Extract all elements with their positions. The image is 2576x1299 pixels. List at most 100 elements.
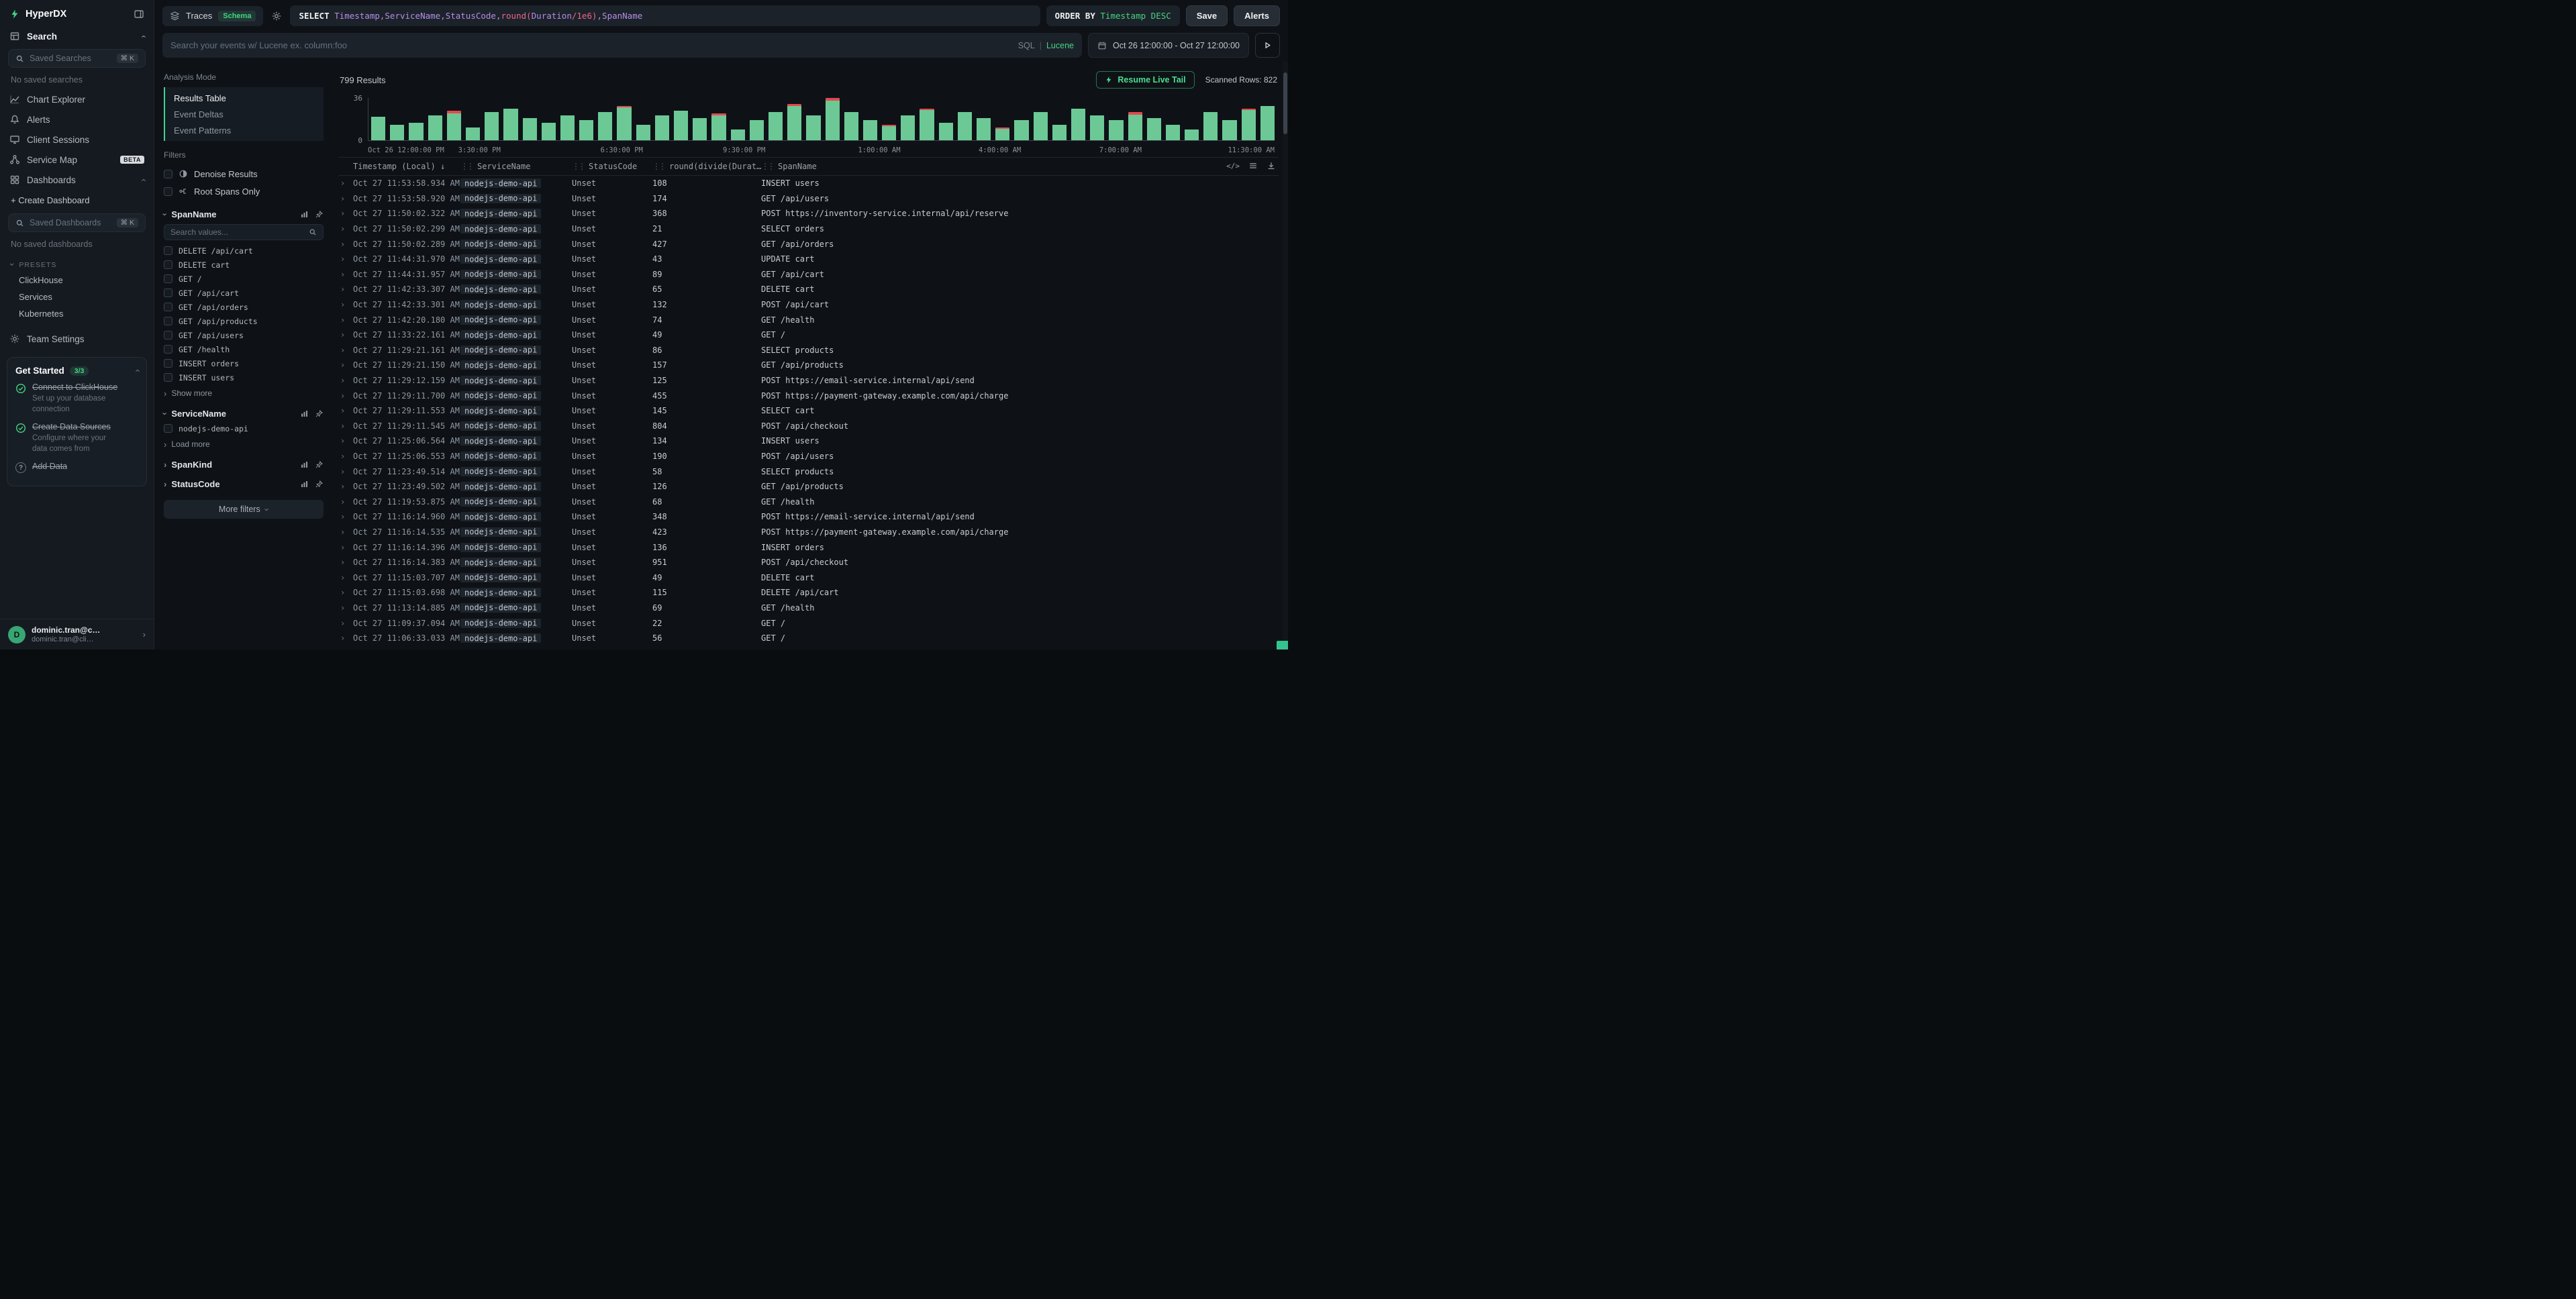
- histogram-bar[interactable]: [1109, 98, 1123, 140]
- sql-select-editor[interactable]: SELECT Timestamp,ServiceName,StatusCode,…: [290, 5, 1040, 26]
- vertical-scrollbar[interactable]: [1283, 62, 1288, 650]
- row-expand-icon[interactable]: ›: [338, 284, 353, 294]
- row-expand-icon[interactable]: ›: [338, 436, 353, 446]
- histogram-bar[interactable]: [390, 98, 404, 140]
- histogram-bar[interactable]: [542, 98, 556, 140]
- row-expand-icon[interactable]: ›: [338, 527, 353, 537]
- filter-section-spankind[interactable]: › SpanKind: [164, 460, 324, 470]
- row-expand-icon[interactable]: ›: [338, 497, 353, 507]
- table-row[interactable]: ›Oct 27 11:50:02.299 AMnodejs-demo-apiUn…: [338, 221, 1279, 237]
- histogram-bar[interactable]: [958, 98, 972, 140]
- more-filters-button[interactable]: More filters ›: [164, 500, 324, 519]
- histogram-bar[interactable]: [995, 98, 1009, 140]
- table-row[interactable]: ›Oct 27 11:53:58.934 AMnodejs-demo-apiUn…: [338, 176, 1279, 191]
- sidebar-item-alerts[interactable]: Alerts: [0, 109, 154, 129]
- table-row[interactable]: ›Oct 27 11:29:12.159 AMnodejs-demo-apiUn…: [338, 373, 1279, 388]
- sidebar-toggle-icon[interactable]: [134, 9, 144, 19]
- histogram-bar[interactable]: [1260, 98, 1275, 140]
- row-expand-icon[interactable]: ›: [338, 300, 353, 309]
- mode-event-patterns[interactable]: Event Patterns: [165, 122, 324, 138]
- histogram-bar[interactable]: [428, 98, 442, 140]
- table-row[interactable]: ›Oct 27 11:25:06.564 AMnodejs-demo-apiUn…: [338, 433, 1279, 449]
- checkbox[interactable]: [164, 345, 172, 354]
- histogram-bar[interactable]: [485, 98, 499, 140]
- histogram-bar[interactable]: [503, 98, 517, 140]
- histogram-bar[interactable]: [1222, 98, 1236, 140]
- histogram-bar[interactable]: [1052, 98, 1067, 140]
- histogram-bar[interactable]: [636, 98, 650, 140]
- row-expand-icon[interactable]: ›: [338, 633, 353, 643]
- checkbox[interactable]: [164, 373, 172, 382]
- histogram-bar[interactable]: [826, 98, 840, 140]
- checkbox[interactable]: [164, 317, 172, 325]
- table-row[interactable]: ›Oct 27 11:42:20.180 AMnodejs-demo-apiUn…: [338, 312, 1279, 327]
- drag-handle-icon[interactable]: ⋮⋮: [460, 162, 473, 171]
- presets-section-header[interactable]: › PRESETS: [0, 254, 154, 272]
- histogram-bar[interactable]: [750, 98, 764, 140]
- histogram-bar[interactable]: [1071, 98, 1085, 140]
- histogram-bar[interactable]: [901, 98, 915, 140]
- mini-chart-icon[interactable]: [300, 210, 309, 219]
- histogram-bar[interactable]: [693, 98, 707, 140]
- chevron-up-icon[interactable]: ›: [138, 35, 147, 38]
- row-expand-icon[interactable]: ›: [338, 209, 353, 218]
- table-row[interactable]: ›Oct 27 11:29:11.553 AMnodejs-demo-apiUn…: [338, 403, 1279, 419]
- table-row[interactable]: ›Oct 27 11:29:11.545 AMnodejs-demo-apiUn…: [338, 419, 1279, 434]
- alerts-button[interactable]: Alerts: [1234, 5, 1280, 26]
- column-header-duration[interactable]: ⋮⋮round(divide(Durat…: [652, 162, 761, 171]
- histogram-bar[interactable]: [655, 98, 669, 140]
- column-header-servicename[interactable]: ⋮⋮ServiceName: [460, 162, 572, 171]
- row-expand-icon[interactable]: ›: [338, 588, 353, 597]
- spanname-show-more[interactable]: › Show more: [164, 384, 324, 399]
- histogram-bar[interactable]: [1203, 98, 1218, 140]
- histogram-bar[interactable]: [711, 98, 726, 140]
- table-row[interactable]: ›Oct 27 11:33:22.161 AMnodejs-demo-apiUn…: [338, 327, 1279, 343]
- histogram-bar[interactable]: [1185, 98, 1199, 140]
- checkbox[interactable]: [164, 424, 172, 433]
- histogram-bar[interactable]: [1014, 98, 1028, 140]
- source-settings-gear-icon[interactable]: [269, 9, 284, 23]
- column-header-timestamp[interactable]: Timestamp (Local) ↓: [353, 162, 460, 171]
- row-expand-icon[interactable]: ›: [338, 452, 353, 461]
- table-row[interactable]: ›Oct 27 11:23:49.502 AMnodejs-demo-apiUn…: [338, 479, 1279, 495]
- table-row[interactable]: ›Oct 27 11:16:14.396 AMnodejs-demo-apiUn…: [338, 539, 1279, 555]
- histogram-bar[interactable]: [1128, 98, 1142, 140]
- download-icon[interactable]: [1267, 161, 1276, 170]
- save-button[interactable]: Save: [1186, 5, 1228, 26]
- date-range-picker[interactable]: Oct 26 12:00:00 - Oct 27 12:00:00: [1088, 33, 1249, 58]
- mini-chart-icon[interactable]: [300, 409, 309, 418]
- checkbox[interactable]: [164, 187, 172, 196]
- drag-handle-icon[interactable]: ⋮⋮: [572, 162, 584, 171]
- filter-value-checkbox[interactable]: GET /health: [164, 342, 324, 356]
- histogram-bar[interactable]: [882, 98, 896, 140]
- drag-handle-icon[interactable]: ⋮⋮: [761, 162, 773, 171]
- histogram-bar[interactable]: [674, 98, 688, 140]
- histogram-bar[interactable]: [447, 98, 461, 140]
- table-row[interactable]: ›Oct 27 11:16:14.960 AMnodejs-demo-apiUn…: [338, 509, 1279, 525]
- table-row[interactable]: ›Oct 27 11:23:49.514 AMnodejs-demo-apiUn…: [338, 464, 1279, 479]
- scrollbar-thumb[interactable]: [1283, 72, 1287, 134]
- histogram-bar[interactable]: [939, 98, 953, 140]
- filter-value-checkbox[interactable]: GET /api/users: [164, 328, 324, 342]
- order-by-editor[interactable]: ORDER BY Timestamp DESC: [1046, 5, 1180, 26]
- pin-icon[interactable]: [315, 210, 324, 219]
- filter-value-checkbox[interactable]: GET /: [164, 272, 324, 286]
- preset-item-kubernetes[interactable]: Kubernetes: [0, 305, 154, 322]
- histogram-bar[interactable]: [598, 98, 612, 140]
- filter-search-field[interactable]: [170, 227, 309, 237]
- row-expand-icon[interactable]: ›: [338, 240, 353, 249]
- histogram-bar[interactable]: [920, 98, 934, 140]
- row-density-icon[interactable]: [1248, 161, 1258, 170]
- row-expand-icon[interactable]: ›: [338, 376, 353, 385]
- table-row[interactable]: ›Oct 27 11:29:21.161 AMnodejs-demo-apiUn…: [338, 343, 1279, 358]
- table-row[interactable]: ›Oct 27 11:25:06.553 AMnodejs-demo-apiUn…: [338, 449, 1279, 464]
- table-row[interactable]: ›Oct 27 11:06:33.033 AMnodejs-demo-apiUn…: [338, 631, 1279, 646]
- table-row[interactable]: ›Oct 27 11:29:21.150 AMnodejs-demo-apiUn…: [338, 358, 1279, 373]
- mini-chart-icon[interactable]: [300, 480, 309, 488]
- event-search-input[interactable]: SQL | Lucene: [162, 33, 1082, 58]
- user-profile-row[interactable]: D dominic.tran@c… dominic.tran@cli… ›: [0, 619, 154, 650]
- sidebar-item-search[interactable]: Search ›: [0, 26, 154, 46]
- sidebar-item-dashboards[interactable]: Dashboards ›: [0, 170, 154, 190]
- histogram-bar[interactable]: [371, 98, 385, 140]
- table-row[interactable]: ›Oct 27 11:16:14.383 AMnodejs-demo-apiUn…: [338, 555, 1279, 570]
